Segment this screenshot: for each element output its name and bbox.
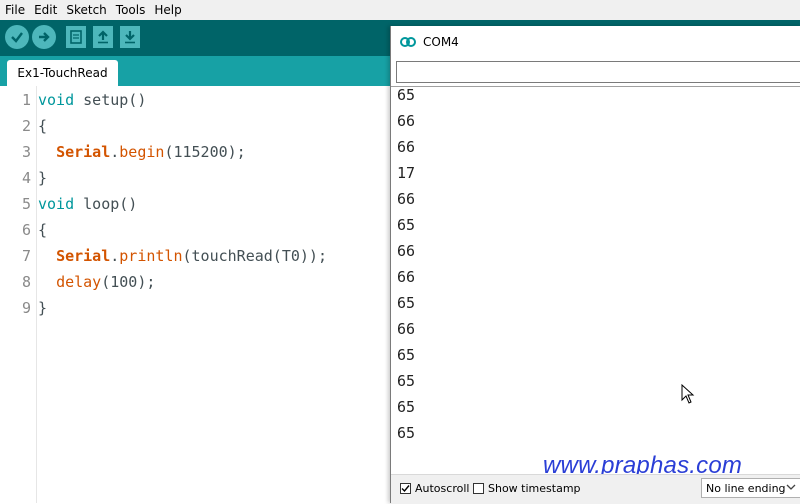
timestamp-checkbox-box[interactable]	[473, 483, 484, 494]
serial-status-bar: Autoscroll Show timestamp No line ending	[391, 474, 800, 504]
code-line: Serial.begin(115200);	[38, 143, 246, 161]
output-line: 65	[397, 424, 416, 442]
output-line: 66	[397, 320, 416, 338]
code-line: }	[38, 169, 48, 187]
output-line: 66	[397, 138, 416, 156]
code-dot: .	[110, 143, 120, 161]
code-keyword: void	[38, 195, 75, 213]
serial-monitor-title: COM4	[423, 35, 459, 49]
arduino-logo-icon	[400, 37, 416, 47]
code-line: }	[38, 299, 48, 317]
code-text: (100);	[101, 273, 156, 291]
serial-monitor-titlebar[interactable]: COM4	[391, 26, 800, 58]
line-number: 9	[21, 299, 31, 317]
timestamp-checkbox[interactable]: Show timestamp	[473, 482, 581, 495]
line-number-gutter: 1 2 3 4 5 6 7 8 9	[0, 86, 37, 503]
line-number: 6	[21, 221, 31, 239]
output-line: 65	[397, 216, 416, 234]
output-line: 65	[397, 346, 416, 364]
code-line: {	[38, 221, 48, 239]
code-text: (115200);	[164, 143, 246, 161]
code-object: Serial	[56, 143, 111, 161]
menu-help[interactable]: Help	[149, 3, 185, 17]
menu-edit[interactable]: Edit	[29, 3, 61, 17]
line-number: 3	[21, 143, 31, 161]
code-keyword: void	[38, 91, 75, 109]
checkmark-icon	[401, 485, 410, 493]
timestamp-label: Show timestamp	[488, 482, 581, 495]
open-button[interactable]	[93, 26, 113, 48]
output-line: 65	[397, 294, 416, 312]
autoscroll-checkbox-box[interactable]	[400, 483, 411, 494]
code-line: delay(100);	[38, 273, 155, 291]
code-object: Serial	[56, 247, 111, 265]
line-number: 1	[21, 91, 31, 109]
line-ending-value: No line ending	[706, 481, 786, 495]
code-line: Serial.println(touchRead(T0));	[38, 247, 327, 265]
line-ending-select[interactable]: No line ending	[701, 478, 800, 498]
output-line: 66	[397, 112, 416, 130]
menu-bar: File Edit Sketch Tools Help	[0, 0, 800, 20]
tab-sketch[interactable]: Ex1-TouchRead	[7, 60, 118, 86]
menu-tools[interactable]: Tools	[111, 3, 150, 17]
code-line: void setup()	[38, 91, 146, 109]
code-text: loop()	[74, 195, 138, 213]
output-line: 17	[397, 164, 416, 182]
verify-button[interactable]	[5, 25, 29, 49]
line-number: 2	[21, 117, 31, 135]
line-number: 5	[21, 195, 31, 213]
code-line: {	[38, 117, 48, 135]
code-function: begin	[119, 143, 165, 161]
code-line: void loop()	[38, 195, 137, 213]
line-number: 8	[21, 273, 31, 291]
output-line: 66	[397, 242, 416, 260]
code-text: (touchRead(T0));	[182, 247, 328, 265]
output-line: 66	[397, 268, 416, 286]
send-field-wrapper	[396, 61, 800, 83]
code-function: delay	[56, 273, 102, 291]
output-line: 65	[397, 398, 416, 416]
serial-monitor-window: COM4 65 66 66 17 66 65 66 66 65 66 65 65…	[390, 26, 800, 504]
output-line: 65	[397, 86, 416, 104]
line-number: 4	[21, 169, 31, 187]
output-line: 65	[397, 372, 416, 390]
autoscroll-checkbox[interactable]: Autoscroll	[400, 482, 469, 495]
verify-icon	[11, 32, 23, 43]
output-line: 66	[397, 190, 416, 208]
code-function: println	[119, 247, 183, 265]
line-number: 7	[21, 247, 31, 265]
new-icon	[70, 30, 82, 44]
save-button[interactable]	[120, 26, 140, 48]
open-icon	[98, 30, 108, 44]
serial-send-input[interactable]	[397, 63, 800, 83]
save-icon	[125, 31, 135, 44]
code-text: setup()	[74, 91, 147, 109]
new-button[interactable]	[66, 26, 86, 48]
menu-file[interactable]: File	[0, 3, 29, 17]
chevron-down-icon	[786, 484, 796, 490]
mouse-cursor-icon	[681, 384, 695, 404]
serial-output[interactable]: 65 66 66 17 66 65 66 66 65 66 65 65 65 6…	[391, 86, 800, 471]
autoscroll-label: Autoscroll	[415, 482, 470, 495]
menu-sketch[interactable]: Sketch	[61, 3, 110, 17]
upload-button[interactable]	[32, 25, 56, 49]
code-dot: .	[110, 247, 120, 265]
upload-icon	[39, 32, 50, 42]
